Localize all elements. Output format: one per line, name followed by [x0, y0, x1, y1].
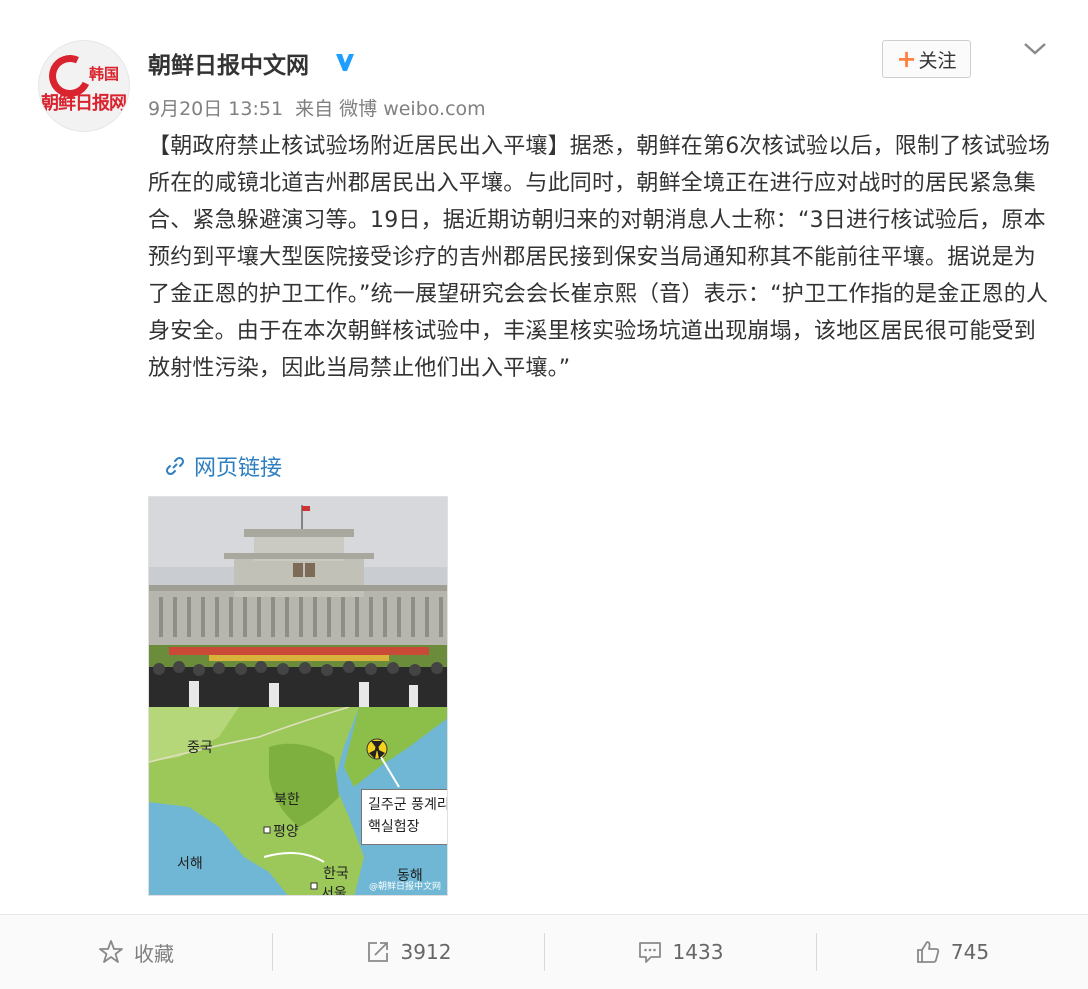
avatar-text-top: 韩国	[89, 65, 120, 83]
comment-button[interactable]: 1433	[544, 915, 816, 989]
post-text: 【朝政府禁止核试验场附近居民出入平壤】据悉，朝鲜在第6次核试验以后，限制了核试验…	[148, 134, 1051, 381]
comment-count: 1433	[672, 940, 724, 964]
like-count: 745	[950, 940, 990, 964]
web-link[interactable]: 网页链接	[164, 450, 282, 482]
plus-icon: +	[896, 45, 917, 73]
repost-button[interactable]: 3912	[272, 915, 544, 989]
link-icon	[165, 456, 185, 476]
image-watermark: @朝鲜日报中文网	[368, 882, 441, 892]
post-source[interactable]: 来自 微博 weibo.com	[295, 98, 486, 120]
test-site-callout: 길주군 풍계리 핵실험장	[361, 789, 448, 845]
mausoleum-photo	[149, 497, 447, 707]
callout-line1: 길주군 풍계리	[368, 797, 448, 813]
post-meta: 9月20日 13:51 来自 微博 weibo.com	[148, 94, 492, 121]
author-name[interactable]: 朝鲜日报中文网	[148, 46, 309, 80]
avatar-text-bottom: 朝鲜日报网	[41, 93, 127, 114]
post-image[interactable]: 중국 북한 평양 서해 한국 서울 동해 길주군 풍계리 핵실험장 @朝鲜日报中…	[148, 496, 448, 896]
favorite-button[interactable]: 收藏	[0, 915, 272, 989]
verified-icon	[336, 54, 354, 71]
map-label-china: 중국	[187, 740, 213, 756]
callout-line2: 핵실험장	[368, 819, 420, 835]
favorite-label: 收藏	[134, 941, 174, 966]
like-button[interactable]: 745	[816, 915, 1088, 989]
repost-count: 3912	[400, 940, 452, 964]
action-bar: 收藏 3912 1433 745	[0, 915, 1088, 989]
thumbs-up-icon	[917, 941, 940, 963]
web-link-label: 网页链接	[194, 456, 283, 481]
star-icon	[99, 940, 123, 963]
map-label-pyongyang: 평양	[273, 824, 299, 840]
map-label-north-korea: 북한	[274, 792, 300, 808]
share-icon	[367, 942, 388, 962]
chevron-down-icon[interactable]	[1020, 38, 1050, 60]
comment-icon	[638, 942, 661, 963]
map-label-seoul: 서울	[321, 886, 347, 896]
follow-label: 关注	[918, 49, 957, 72]
map-label-west-sea: 서해	[177, 856, 203, 872]
map-label-south-korea: 한국	[323, 866, 349, 882]
follow-button[interactable]: + 关注	[882, 40, 971, 78]
post-date[interactable]: 9月20日 13:51	[148, 98, 283, 120]
avatar[interactable]: 韩国 朝鲜日报网	[38, 40, 130, 132]
weibo-post-card: 韩国 朝鲜日报网 朝鲜日报中文网 9月20日 13:51 来自 微博 weibo…	[0, 0, 1088, 989]
